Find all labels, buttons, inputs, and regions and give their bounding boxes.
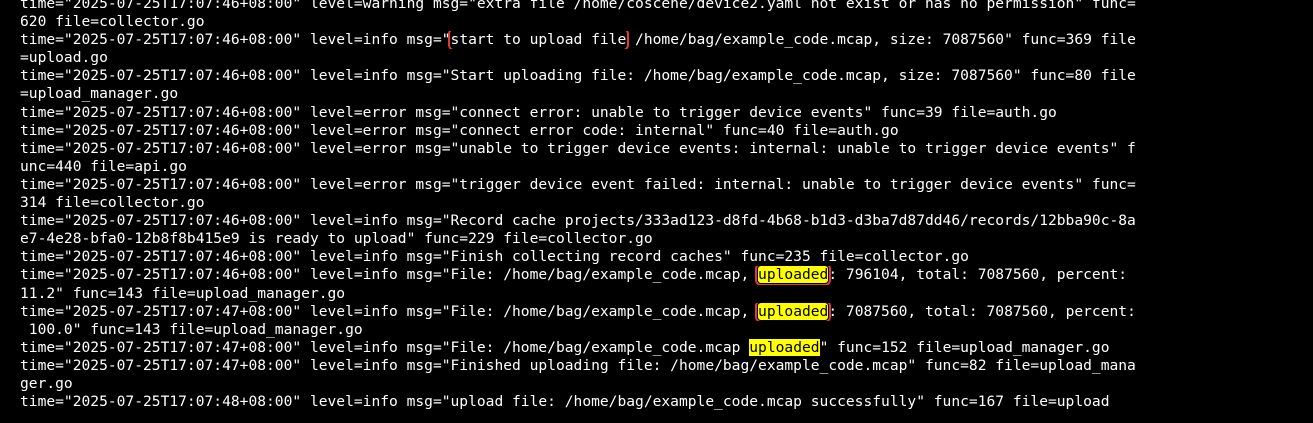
log-line: 314 file=collector.go <box>20 194 1313 212</box>
log-text: : 7087560, total: 7087560, percent: <box>828 302 1136 320</box>
log-text: /home/bag/example_code.mcap, size: 70875… <box>626 31 1136 49</box>
annotated-highlighted-term: uploaded <box>755 266 832 285</box>
log-line: time="2025-07-25T17:07:46+08:00" level=i… <box>20 67 1313 85</box>
annotated-term: start to upload file <box>447 31 630 50</box>
log-text: unc=440 file=api.go <box>20 157 187 175</box>
log-text: 314 file=collector.go <box>20 194 205 212</box>
log-output: time="2025-07-25T17:07:46+08:00" level=w… <box>20 0 1313 411</box>
log-text: : 796104, total: 7087560, percent: <box>828 266 1136 284</box>
log-text: 100.0" func=143 file=upload_manager.go <box>20 320 363 338</box>
log-text: time="2025-07-25T17:07:48+08:00" level=i… <box>20 393 1110 411</box>
log-text: time="2025-07-25T17:07:46+08:00" level=i… <box>20 212 1136 230</box>
log-text: time="2025-07-25T17:07:46+08:00" level=i… <box>20 266 759 284</box>
log-line: time="2025-07-25T17:07:46+08:00" level=w… <box>20 0 1313 13</box>
log-text: time="2025-07-25T17:07:46+08:00" level=e… <box>20 139 1136 157</box>
log-line: 100.0" func=143 file=upload_manager.go <box>20 321 1313 339</box>
log-line: time="2025-07-25T17:07:46+08:00" level=e… <box>20 176 1313 194</box>
log-line: 620 file=collector.go <box>20 13 1313 31</box>
log-line: =upload_manager.go <box>20 85 1313 103</box>
log-line: time="2025-07-25T17:07:46+08:00" level=i… <box>20 31 1313 50</box>
log-line: time="2025-07-25T17:07:46+08:00" level=i… <box>20 248 1313 266</box>
log-text: time="2025-07-25T17:07:46+08:00" level=i… <box>20 248 969 266</box>
log-line: time="2025-07-25T17:07:46+08:00" level=e… <box>20 104 1313 122</box>
log-text: time="2025-07-25T17:07:46+08:00" level=e… <box>20 103 1057 121</box>
log-text: ger.go <box>20 374 73 392</box>
log-text: time="2025-07-25T17:07:46+08:00" level=w… <box>20 0 1136 12</box>
log-text: 11.2" func=143 file=upload_manager.go <box>20 284 346 302</box>
log-line: e7-4e28-bfa0-12b8f8b415e9 is ready to up… <box>20 230 1313 248</box>
log-line: time="2025-07-25T17:07:47+08:00" level=i… <box>20 357 1313 375</box>
log-line: time="2025-07-25T17:07:47+08:00" level=i… <box>20 302 1313 321</box>
log-text: time="2025-07-25T17:07:46+08:00" level=i… <box>20 31 451 49</box>
log-text: time="2025-07-25T17:07:46+08:00" level=i… <box>20 67 1136 85</box>
log-line: time="2025-07-25T17:07:48+08:00" level=i… <box>20 393 1313 411</box>
log-line: time="2025-07-25T17:07:46+08:00" level=e… <box>20 140 1313 158</box>
terminal-window[interactable]: time="2025-07-25T17:07:46+08:00" level=w… <box>0 0 1313 423</box>
log-text: time="2025-07-25T17:07:47+08:00" level=i… <box>20 302 759 320</box>
log-text: =upload.go <box>20 49 108 67</box>
log-text: e7-4e28-bfa0-12b8f8b415e9 is ready to up… <box>20 230 653 248</box>
log-line: time="2025-07-25T17:07:46+08:00" level=i… <box>20 266 1313 285</box>
highlighted-term: uploaded <box>749 338 820 356</box>
log-line: time="2025-07-25T17:07:46+08:00" level=e… <box>20 122 1313 140</box>
log-line: unc=440 file=api.go <box>20 158 1313 176</box>
log-line: time="2025-07-25T17:07:46+08:00" level=i… <box>20 212 1313 230</box>
log-text: time="2025-07-25T17:07:46+08:00" level=e… <box>20 121 899 139</box>
log-line: =upload.go <box>20 49 1313 67</box>
log-text: 620 file=collector.go <box>20 13 205 31</box>
log-text: time="2025-07-25T17:07:47+08:00" level=i… <box>20 338 750 356</box>
log-line: ger.go <box>20 375 1313 393</box>
log-line: time="2025-07-25T17:07:47+08:00" level=i… <box>20 338 1313 357</box>
log-text: =upload_manager.go <box>20 85 179 103</box>
log-text: time="2025-07-25T17:07:47+08:00" level=i… <box>20 356 1136 374</box>
log-text: " func=152 file=upload_manager.go <box>819 338 1110 356</box>
log-text: time="2025-07-25T17:07:46+08:00" level=e… <box>20 175 1136 193</box>
log-line: 11.2" func=143 file=upload_manager.go <box>20 285 1313 303</box>
annotated-highlighted-term: uploaded <box>755 302 832 321</box>
